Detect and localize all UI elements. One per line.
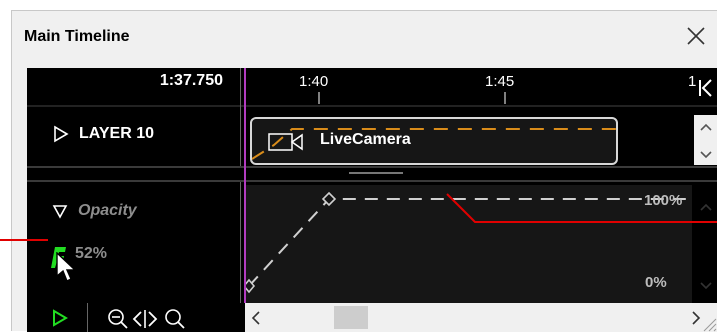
mouse-cursor-icon: [56, 252, 77, 282]
annotation-callouts: [0, 193, 717, 241]
